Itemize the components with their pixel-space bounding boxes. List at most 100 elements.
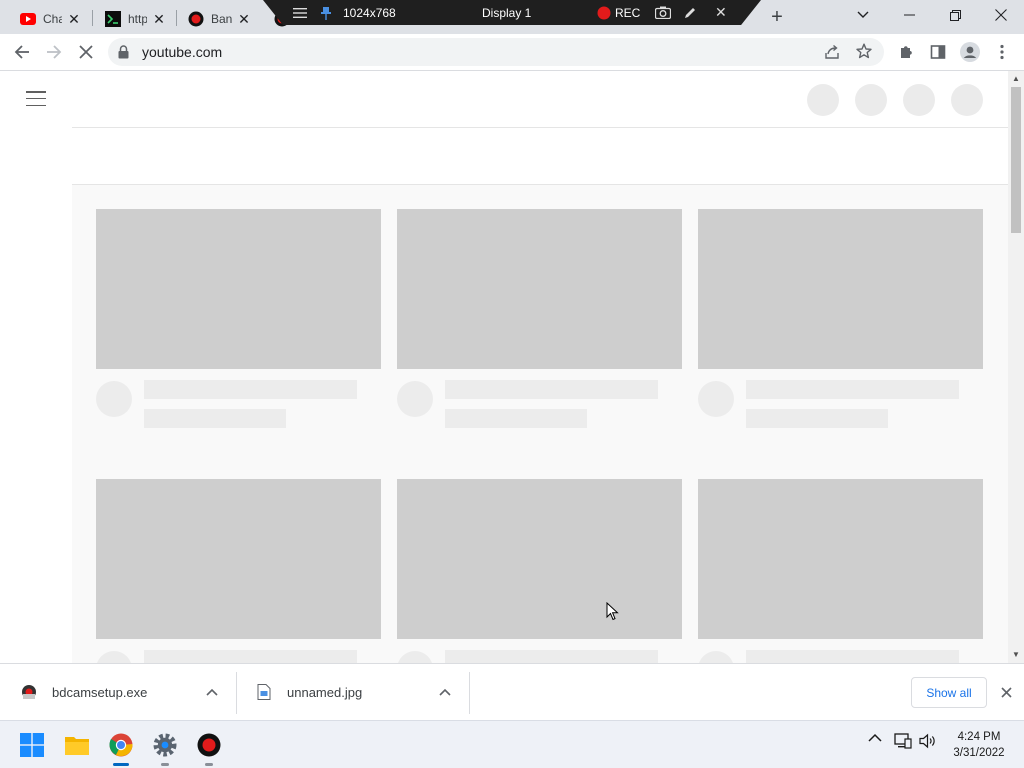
address-bar[interactable]: youtube.com (108, 38, 884, 66)
video-grid (72, 185, 1008, 663)
skeleton-video-card[interactable] (96, 479, 381, 663)
display-label[interactable]: Display 1 (482, 0, 531, 25)
header-placeholder-circle (903, 84, 935, 116)
settings-icon[interactable] (149, 729, 181, 766)
menu-icon[interactable] (293, 0, 307, 25)
record-dot-icon[interactable] (597, 0, 611, 25)
bandicam-icon[interactable] (193, 729, 225, 766)
share-icon[interactable] (824, 44, 840, 63)
skeleton-meta-line (445, 409, 587, 428)
new-tab-button[interactable]: + (764, 5, 790, 29)
minimize-button[interactable] (886, 0, 932, 30)
lock-icon[interactable] (118, 45, 129, 62)
skeleton-video-card[interactable] (96, 209, 381, 428)
skeleton-thumbnail[interactable] (698, 479, 983, 639)
tab-bandicam[interactable]: Ban ✕ (176, 4, 258, 34)
extensions-puzzle-icon[interactable] (892, 38, 920, 66)
chevron-up-icon[interactable] (204, 684, 220, 700)
guide-menu-icon[interactable] (26, 91, 46, 107)
show-all-button[interactable]: Show all (911, 677, 987, 708)
skeleton-title-line (445, 650, 658, 663)
close-recorder-icon[interactable]: ✕ (715, 0, 727, 25)
mouse-cursor-icon (606, 601, 619, 624)
skeleton-title-line (746, 380, 959, 399)
rec-label[interactable]: REC (615, 0, 640, 25)
camera-icon[interactable] (655, 0, 671, 25)
skeleton-meta-line (746, 409, 888, 428)
download-filename[interactable]: unnamed.jpg (287, 685, 362, 700)
show-hidden-icons-chevron-icon[interactable] (868, 733, 882, 742)
skeleton-thumbnail[interactable] (397, 479, 682, 639)
close-tab-icon[interactable]: ✕ (66, 11, 82, 27)
tab-title: Ban (211, 12, 232, 26)
skeleton-meta-line (144, 409, 286, 428)
skeleton-video-card[interactable] (698, 479, 983, 663)
stop-loading-button[interactable] (72, 38, 100, 66)
header-placeholder-circle (855, 84, 887, 116)
close-tab-icon[interactable]: ✕ (236, 11, 252, 27)
close-window-button[interactable] (978, 0, 1024, 30)
skeleton-thumbnail[interactable] (698, 209, 983, 369)
scroll-up-arrow[interactable]: ▲ (1008, 71, 1024, 85)
skeleton-video-card[interactable] (397, 479, 682, 663)
youtube-page: ▲ ▼ (0, 71, 1024, 663)
header-placeholder-circle (807, 84, 839, 116)
back-button[interactable] (8, 38, 36, 66)
page-scrollbar[interactable]: ▲ ▼ (1008, 71, 1024, 663)
skeleton-video-card[interactable] (397, 209, 682, 428)
download-item[interactable]: bdcamsetup.exe (20, 664, 230, 720)
bandicam-icon (188, 11, 204, 27)
browser-toolbar: youtube.com (0, 34, 1024, 71)
resolution-label[interactable]: 1024x768 (343, 0, 396, 25)
skeleton-thumbnail[interactable] (96, 209, 381, 369)
header-divider (72, 127, 1008, 128)
url-text[interactable]: youtube.com (142, 38, 222, 66)
skeleton-title-line (445, 380, 658, 399)
restore-button[interactable] (932, 0, 978, 30)
image-file-icon (255, 683, 273, 701)
side-panel-icon[interactable] (924, 38, 952, 66)
windows-start-icon[interactable] (16, 729, 48, 761)
profile-avatar-icon[interactable] (956, 38, 984, 66)
chevron-up-icon[interactable] (437, 684, 453, 700)
skeleton-channel-avatar (698, 651, 734, 663)
bookmark-star-icon[interactable] (856, 43, 872, 62)
scroll-down-arrow[interactable]: ▼ (1008, 647, 1024, 661)
close-tab-icon[interactable]: ✕ (151, 11, 167, 27)
skeleton-title-line (144, 650, 357, 663)
download-separator (469, 672, 470, 714)
skeleton-channel-avatar (397, 651, 433, 663)
close-shelf-icon[interactable] (996, 682, 1016, 702)
pin-icon[interactable] (320, 0, 332, 25)
forward-button[interactable] (40, 38, 68, 66)
tab-terminal[interactable]: http ✕ (93, 4, 173, 34)
download-filename[interactable]: bdcamsetup.exe (52, 685, 147, 700)
skeleton-thumbnail[interactable] (397, 209, 682, 369)
tab-youtube[interactable]: Cha ✕ (8, 4, 88, 34)
skeleton-title-line (746, 650, 959, 663)
clock-date: 3/31/2022 (953, 747, 1005, 759)
network-icon[interactable] (894, 733, 912, 749)
system-clock[interactable]: 4:24 PM 3/31/2022 (944, 729, 1014, 761)
tab-title: http (128, 12, 147, 26)
download-separator (236, 672, 237, 714)
scrollbar-thumb[interactable] (1011, 87, 1021, 233)
active-indicator (113, 763, 129, 766)
more-menu-icon[interactable] (988, 38, 1016, 66)
chrome-icon[interactable] (105, 729, 137, 766)
pencil-icon[interactable] (683, 0, 697, 25)
volume-icon[interactable] (919, 733, 937, 749)
file-explorer-icon[interactable] (61, 729, 93, 761)
clock-time: 4:24 PM (957, 731, 1001, 743)
skeleton-channel-avatar (96, 651, 132, 663)
tab-strip: Cha ✕ http ✕ Ban ✕ 1024x768 Display 1 RE… (0, 0, 1024, 34)
running-indicator (205, 763, 213, 766)
skeleton-title-line (144, 380, 357, 399)
skeleton-thumbnail[interactable] (96, 479, 381, 639)
skeleton-video-card[interactable] (698, 209, 983, 428)
recorder-bar: 1024x768 Display 1 REC ✕ (263, 0, 761, 25)
tab-title: Cha (43, 12, 62, 26)
header-placeholder-circle (951, 84, 983, 116)
download-item[interactable]: unnamed.jpg (255, 664, 465, 720)
tab-search-icon[interactable] (840, 0, 886, 30)
